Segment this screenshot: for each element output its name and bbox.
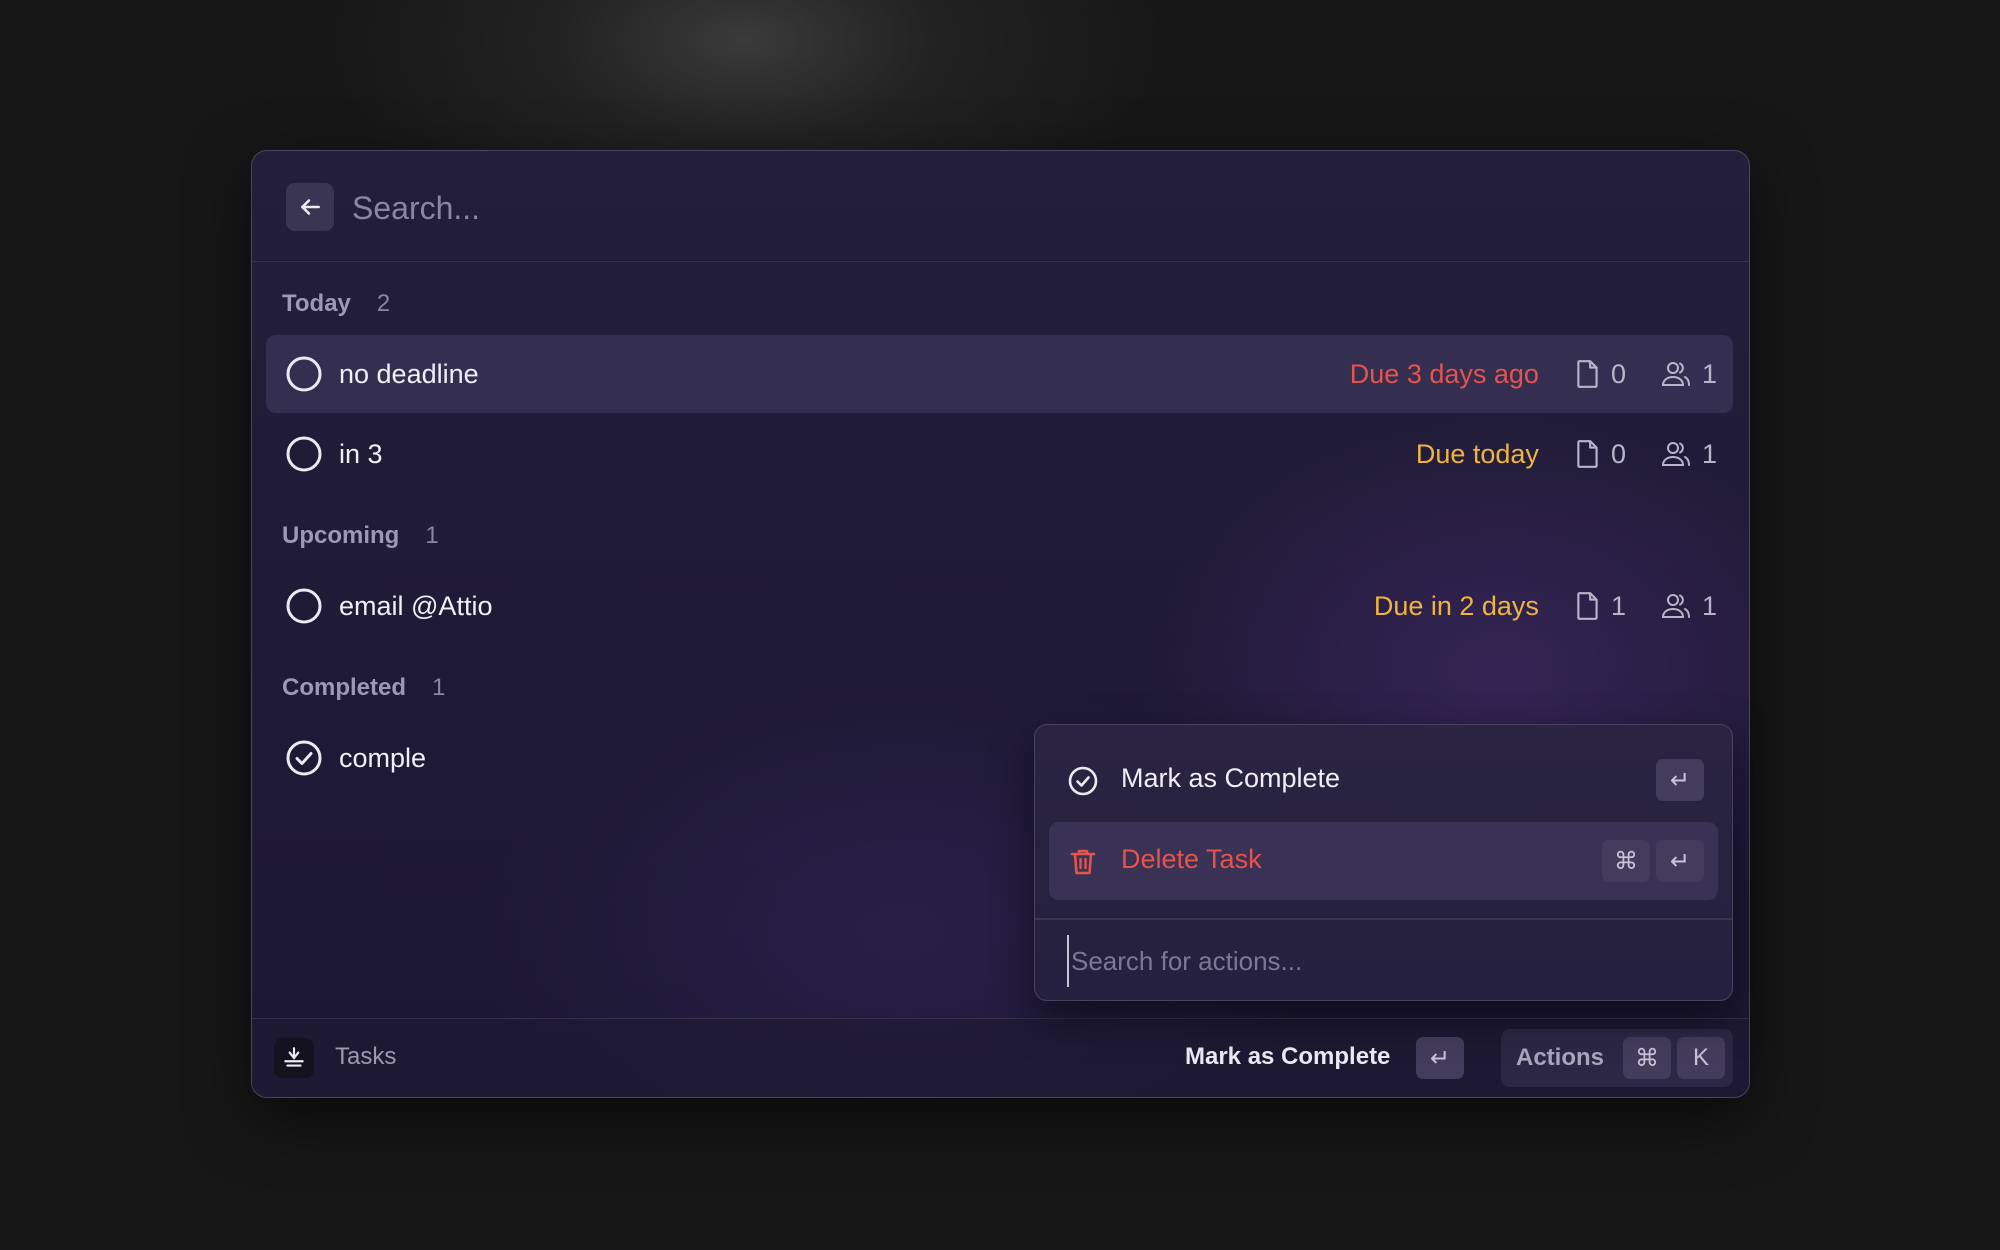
circle-unchecked-icon[interactable] <box>286 436 322 472</box>
circle-checked-icon[interactable] <box>286 740 322 776</box>
file-icon <box>1577 592 1598 620</box>
users-icon <box>1661 362 1690 386</box>
shortcut-hint: ↵ <box>1656 759 1704 801</box>
arrow-left-icon <box>301 199 320 215</box>
k-key-hint: K <box>1677 1037 1725 1079</box>
section-label: Upcoming <box>282 522 400 549</box>
task-meta: Due 3 days ago 0 1 <box>1350 359 1717 390</box>
files-count: 1 <box>1575 591 1626 622</box>
task-row[interactable]: email @Attio Due in 2 days 1 1 <box>266 567 1733 645</box>
trash-icon <box>1070 849 1096 875</box>
due-label: Due 3 days ago <box>1349 358 1539 389</box>
enter-key-hint: ↵ <box>1656 840 1704 882</box>
section-count: 1 <box>425 522 439 549</box>
files-count: 0 <box>1575 359 1626 390</box>
task-meta: Due in 2 days 1 1 <box>1374 591 1717 622</box>
tasks-app-icon <box>274 1038 314 1078</box>
search-input[interactable] <box>350 179 1654 237</box>
enter-key-hint: ↵ <box>1416 1037 1464 1079</box>
due-label: Due in 2 days <box>1373 590 1539 621</box>
file-icon <box>1577 360 1598 388</box>
members-count: 1 <box>1660 591 1717 622</box>
files-count-value: 0 <box>1610 438 1626 469</box>
cmd-key-hint: ⌘ <box>1602 840 1650 882</box>
actions-button[interactable]: Actions ⌘ K <box>1501 1029 1733 1087</box>
task-meta: Due today 0 1 <box>1416 439 1717 470</box>
members-count-value: 1 <box>1701 590 1717 621</box>
back-button[interactable] <box>286 183 334 231</box>
members-count-value: 1 <box>1701 438 1717 469</box>
section-header-completed: Completed 1 <box>282 668 445 708</box>
task-title: email @Attio <box>339 590 493 621</box>
circle-unchecked-icon[interactable] <box>286 356 322 392</box>
files-count: 0 <box>1575 439 1626 470</box>
actions-shortcut: ⌘ K <box>1623 1037 1725 1079</box>
members-count: 1 <box>1660 359 1717 390</box>
cmd-key-hint: ⌘ <box>1623 1037 1671 1079</box>
task-row[interactable]: no deadline Due 3 days ago 0 1 <box>266 335 1733 413</box>
enter-key-hint: ↵ <box>1656 759 1704 801</box>
actions-popover: Mark as Complete ↵ Delete Task ⌘ ↵ <box>1034 724 1733 1001</box>
action-mark-complete[interactable]: Mark as Complete ↵ <box>1049 741 1718 819</box>
section-label: Today <box>282 290 351 317</box>
search-bar <box>252 151 1749 262</box>
task-title: comple <box>339 742 427 773</box>
primary-action-button[interactable]: Mark as Complete <box>1185 1043 1390 1071</box>
members-count: 1 <box>1660 439 1717 470</box>
shortcut-hint: ⌘ ↵ <box>1602 840 1704 882</box>
due-label: Due today <box>1415 438 1539 469</box>
members-count-value: 1 <box>1701 358 1717 389</box>
files-count-value: 0 <box>1610 358 1626 389</box>
section-label: Completed <box>282 674 407 701</box>
users-icon <box>1661 594 1690 618</box>
users-icon <box>1661 442 1690 466</box>
task-title: no deadline <box>339 358 479 389</box>
action-label: Mark as Complete <box>1121 763 1341 793</box>
files-count-value: 1 <box>1610 590 1626 621</box>
divider <box>1035 918 1732 920</box>
footer-app-label: Tasks <box>335 1043 397 1070</box>
circle-unchecked-icon[interactable] <box>286 588 322 624</box>
action-delete-task[interactable]: Delete Task ⌘ ↵ <box>1049 822 1718 900</box>
section-count: 1 <box>432 674 446 701</box>
section-header-today: Today 2 <box>282 284 390 324</box>
section-count: 2 <box>376 290 391 317</box>
actions-search-input[interactable] <box>1067 935 1693 987</box>
footer-bar: Tasks Mark as Complete ↵ Actions ⌘ K <box>252 1018 1749 1097</box>
actions-label: Actions <box>1516 1044 1605 1071</box>
file-icon <box>1577 440 1598 468</box>
check-circle-icon <box>1068 766 1098 796</box>
task-row[interactable]: in 3 Due today 0 1 <box>266 415 1733 493</box>
section-header-upcoming: Upcoming 1 <box>282 516 439 556</box>
task-title: in 3 <box>339 438 383 469</box>
action-label: Delete Task <box>1121 844 1262 874</box>
